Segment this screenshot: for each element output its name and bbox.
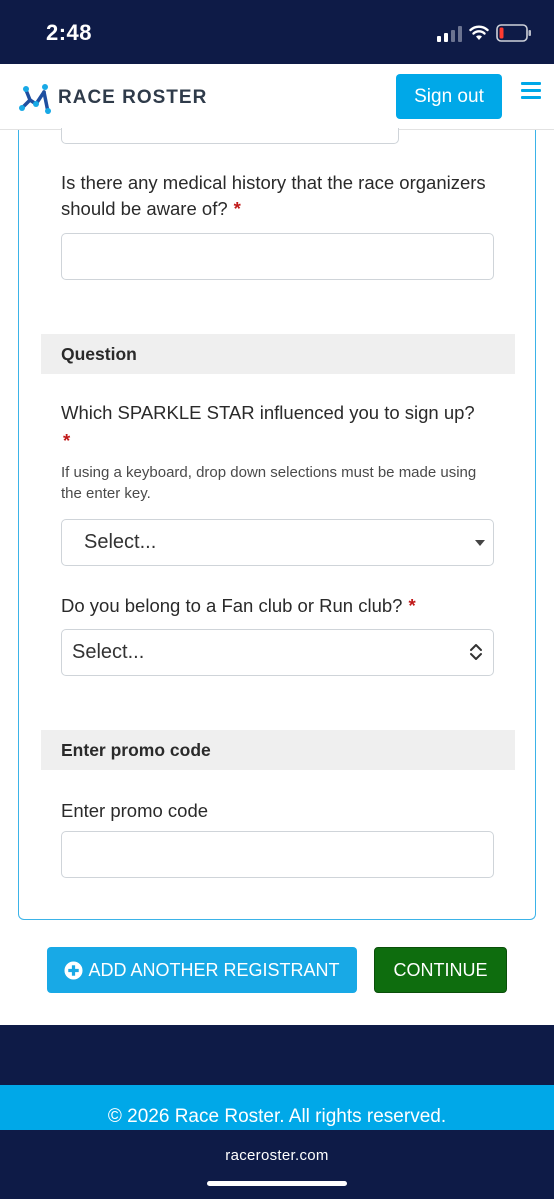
status-bar: 2:48 bbox=[0, 0, 554, 64]
promo-code-label: Enter promo code bbox=[61, 800, 209, 821]
footer-dark-band bbox=[0, 1025, 554, 1085]
home-indicator[interactable] bbox=[207, 1181, 347, 1186]
continue-button[interactable]: CONTINUE bbox=[374, 947, 507, 993]
question-section-heading: Question bbox=[41, 334, 515, 374]
chevron-down-icon bbox=[475, 540, 485, 546]
promo-code-input[interactable] bbox=[61, 831, 494, 878]
promo-section-heading: Enter promo code bbox=[41, 730, 515, 770]
url-text[interactable]: raceroster.com bbox=[0, 1147, 554, 1164]
app-header: RACE ROSTER Sign out bbox=[0, 64, 554, 130]
registration-form: Is there any medical history that the ra… bbox=[18, 128, 536, 920]
medical-history-input[interactable] bbox=[61, 233, 494, 280]
race-roster-logo[interactable]: RACE ROSTER bbox=[18, 81, 207, 115]
sparkle-star-required: * bbox=[63, 430, 71, 451]
hamburger-menu-icon[interactable] bbox=[521, 82, 541, 100]
previous-field-input[interactable] bbox=[61, 128, 399, 144]
plus-circle-icon bbox=[64, 960, 84, 980]
wifi-icon bbox=[469, 25, 489, 40]
cellular-signal-icon bbox=[437, 26, 462, 42]
required-asterisk: * bbox=[233, 198, 241, 219]
sign-out-button[interactable]: Sign out bbox=[396, 74, 502, 119]
dropdown-helper-text: If using a keyboard, drop down selection… bbox=[61, 464, 477, 502]
add-registrant-label: ADD ANOTHER REGISTRANT bbox=[88, 959, 340, 980]
race-roster-logo-icon bbox=[19, 84, 51, 114]
sparkle-star-select[interactable]: Select... bbox=[61, 519, 494, 566]
footer-copyright-band: © 2026 Race Roster. All rights reserved. bbox=[0, 1085, 554, 1130]
club-select-value: Select... bbox=[72, 641, 145, 663]
brand-name: RACE ROSTER bbox=[58, 87, 208, 108]
required-asterisk: * bbox=[408, 595, 416, 616]
medical-history-label: Is there any medical history that the ra… bbox=[61, 172, 486, 219]
browser-address-bar: raceroster.com bbox=[0, 1130, 554, 1199]
chevron-up-down-icon bbox=[470, 644, 482, 660]
sparkle-star-select-value: Select... bbox=[84, 531, 157, 553]
sparkle-star-label: Which SPARKLE STAR influenced you to sig… bbox=[61, 402, 475, 423]
copyright-text: © 2026 Race Roster. All rights reserved. bbox=[107, 1106, 447, 1127]
status-time: 2:48 bbox=[46, 20, 93, 45]
club-question-label: Do you belong to a Fan club or Run club?… bbox=[61, 595, 416, 616]
battery-low-icon bbox=[496, 24, 531, 42]
club-select[interactable]: Select... bbox=[61, 629, 494, 676]
add-another-registrant-button[interactable]: ADD ANOTHER REGISTRANT bbox=[47, 947, 357, 993]
